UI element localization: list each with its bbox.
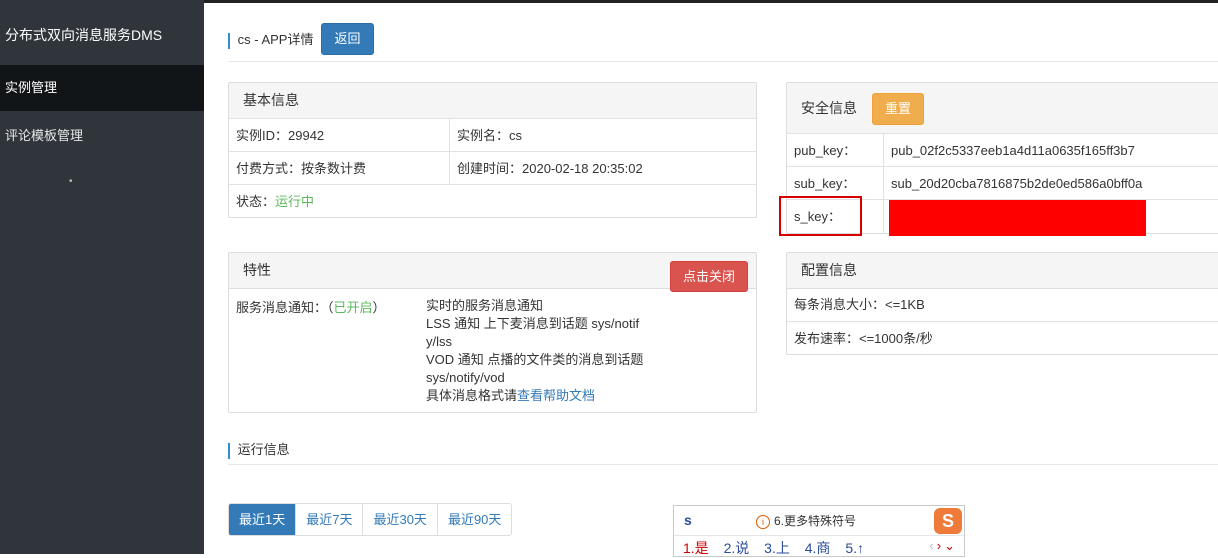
title-accent-bar (228, 32, 230, 49)
ime-input-text: s (684, 512, 692, 528)
billing-mode: 付费方式：按条数计费 (236, 161, 367, 176)
ime-nav: ‹›⌄ (929, 538, 958, 554)
instance-id: 实例ID：29942 (236, 128, 325, 143)
notify-label: 服务消息通知：（已开启） (236, 300, 386, 315)
instance-name: 实例名：cs (457, 128, 523, 143)
max-message-size: 每条消息大小：<=1KB (794, 297, 925, 312)
pub-key-label: pub_key： (794, 143, 857, 158)
back-button[interactable]: 返回 (321, 23, 374, 55)
sidebar: 分布式双向消息服务DMS 实例管理 评论模板管理 • (0, 0, 204, 554)
basic-info-title: 基本信息 (229, 83, 756, 119)
status-badge: 运行中 (275, 194, 315, 209)
features-panel: 特性 服务消息通知：（已开启） 实时的服务消息通知 LSS 通知 上下麦消息到话… (228, 252, 757, 413)
title-accent-bar (228, 442, 230, 459)
table-row: 每条消息大小：<=1KB (787, 288, 1218, 321)
table-row: 发布速率：<=1000条/秒 (787, 321, 1218, 355)
basic-info-panel: 基本信息 实例ID：29942 实例名：cs 付费方式：按条数计费 创建时间：2… (228, 82, 757, 218)
security-info-title: 安全信息 (787, 83, 1218, 134)
main-content: cs - APP详情 返回 基本信息 实例ID：29942 实例名：cs 付费方… (204, 3, 1218, 557)
table-row: sub_key： sub_20d20cba7816875b2de0ed586a0… (787, 166, 1218, 200)
range-7-days[interactable]: 最近7天 (295, 504, 362, 535)
next-page-icon[interactable]: › (937, 538, 944, 553)
config-panel: 配置信息 每条消息大小：<=1KB 发布速率：<=1000条/秒 (786, 252, 1218, 355)
reset-button[interactable]: 重置 (872, 93, 924, 125)
range-90-days[interactable]: 最近90天 (436, 504, 511, 535)
pub-key-value: pub_02f2c5337eeb1a4d11a0635f165ff3b7 (891, 143, 1135, 158)
ime-candidates: 1.是 2.说 3.上 4.商 5.↑ (683, 538, 875, 558)
range-1-day[interactable]: 最近1天 (229, 504, 296, 535)
sidebar-item-instances[interactable]: 实例管理 (0, 65, 204, 111)
divider (228, 61, 1218, 62)
info-icon: i (756, 515, 770, 529)
config-title: 配置信息 (787, 253, 1218, 289)
prev-page-icon[interactable]: ‹ (929, 538, 936, 553)
runtime-title: 运行信息 (228, 439, 290, 459)
sub-key-value: sub_20d20cba7816875b2de0ed586a0bff0a (891, 176, 1143, 191)
page-title: cs - APP详情 (228, 29, 313, 49)
table-row: 付费方式：按条数计费 创建时间：2020-02-18 20:35:02 (229, 151, 756, 185)
sidebar-dot: • (69, 176, 73, 187)
highlight-box (779, 196, 862, 236)
help-doc-link[interactable]: 查看帮助文档 (517, 388, 595, 403)
expand-icon[interactable]: ⌄ (944, 538, 958, 553)
range-30-days[interactable]: 最近30天 (362, 504, 436, 535)
range-selector: 最近1天 最近7天 最近30天 最近90天 (228, 503, 513, 536)
redacted-key (889, 200, 1146, 236)
ime-hint[interactable]: i 6.更多特殊符号 (756, 512, 856, 529)
app-name: 分布式双向消息服务DMS (5, 27, 163, 43)
table-row: 状态：运行中 (229, 184, 756, 218)
publish-rate: 发布速率：<=1000条/秒 (794, 331, 933, 346)
sidebar-item-comment-templates[interactable]: 评论模板管理 (0, 113, 204, 159)
close-notify-button[interactable]: 点击关闭 (670, 261, 748, 292)
sogou-logo-icon: S (934, 508, 962, 534)
status: 状态：运行中 (236, 194, 315, 209)
notify-description: 实时的服务消息通知 LSS 通知 上下麦消息到话题 sys/notif y/ls… (426, 298, 644, 403)
notify-state: 已开启 (333, 300, 373, 315)
table-row: 实例ID：29942 实例名：cs (229, 118, 756, 152)
divider (228, 464, 1218, 465)
created-time: 创建时间：2020-02-18 20:35:02 (457, 161, 643, 176)
ime-candidate-window: s i 6.更多特殊符号 S 1.是 2.说 3.上 4.商 5.↑ ‹›⌄ (673, 505, 965, 557)
table-row: pub_key： pub_02f2c5337eeb1a4d11a0635f165… (787, 133, 1218, 167)
